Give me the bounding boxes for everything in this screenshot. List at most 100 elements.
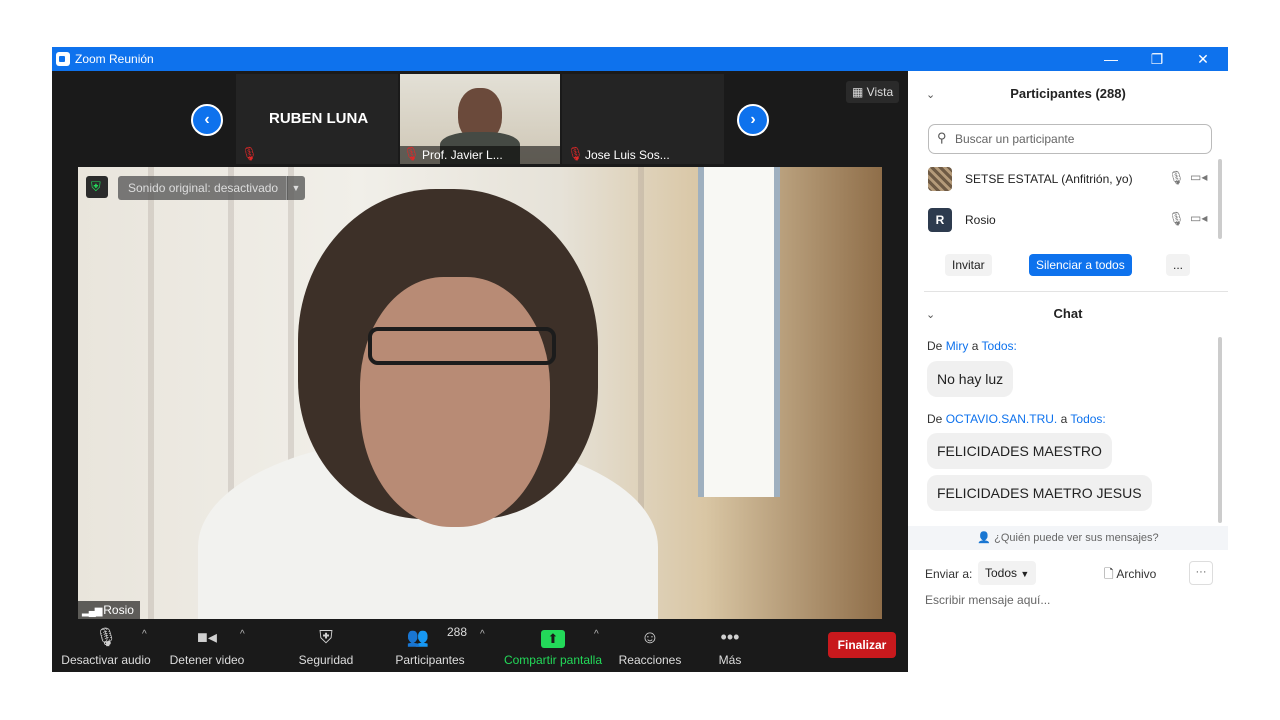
share-screen-button[interactable]: ⬆ Compartir pantalla xyxy=(498,619,608,672)
reactions-button[interactable]: ☺ Reacciones xyxy=(614,619,686,672)
share-options-caret[interactable]: ^ xyxy=(594,629,599,640)
more-options-button[interactable]: ... xyxy=(1166,254,1191,276)
stop-video-label: Detener video xyxy=(169,653,245,667)
participant-tile[interactable]: 🎙︎ Jose Luis Sos... xyxy=(562,74,724,164)
grid-icon: ▦ xyxy=(852,85,867,99)
participant-row[interactable]: R Rosio 🎙︎ ▭◂ xyxy=(928,206,1218,234)
shield-icon: ⛨ xyxy=(91,179,101,194)
participant-search-input[interactable]: ⚲ Buscar un participante xyxy=(928,124,1212,154)
end-meeting-button[interactable]: Finalizar xyxy=(828,632,896,658)
participants-count: 288 xyxy=(447,625,468,639)
chat-sender-line: De OCTAVIO.SAN.TRU. a Todos: xyxy=(927,412,1106,426)
curtain-fold xyxy=(148,167,154,619)
meeting-toolbar: 🎙︎ Desactivar audio ^ ■◂ Detener video ^… xyxy=(52,619,908,672)
mute-audio-button[interactable]: 🎙︎ Desactivar audio xyxy=(60,619,152,672)
original-sound-dropdown[interactable]: ▼ xyxy=(286,176,305,200)
participant-tile-video[interactable]: 🎙︎ Prof. Javier L... xyxy=(400,74,560,164)
mute-audio-label: Desactivar audio xyxy=(61,653,151,667)
microphone-icon[interactable]: 🎙︎ xyxy=(1168,211,1185,227)
active-speaker-video: ⛨ Sonido original: desactivado ▼ ▂▄▆ Ros… xyxy=(78,167,882,619)
divider xyxy=(924,291,1228,292)
file-icon: 🗋 xyxy=(1104,567,1114,581)
speaker-name: Rosio xyxy=(103,603,134,617)
chat-message: FELICIDADES MAESTRO xyxy=(927,433,1112,469)
chat-prefix: De xyxy=(927,339,943,353)
share-screen-icon: ⬆ xyxy=(498,627,608,648)
chat-sender-line: De Miry a Todos: xyxy=(927,339,1017,353)
chat-recipient[interactable]: Todos: xyxy=(982,339,1017,353)
speaker-glasses xyxy=(368,327,556,365)
participants-options-caret[interactable]: ^ xyxy=(480,629,485,640)
muted-mic-icon: 🎙︎ xyxy=(241,146,258,161)
chat-title: Chat xyxy=(1053,306,1083,321)
restore-button[interactable]: ❐ xyxy=(1134,47,1180,71)
minimize-button[interactable]: — xyxy=(1088,47,1134,71)
participant-tile[interactable]: RUBEN LUNA 🎙︎ xyxy=(236,74,398,164)
chat-message-input[interactable]: Escribir mensaje aquí... xyxy=(925,593,1215,607)
participant-tile-name: Prof. Javier L... xyxy=(422,148,503,162)
invite-button[interactable]: Invitar xyxy=(945,254,992,276)
video-camera-icon: ■◂ xyxy=(197,627,217,647)
participants-button[interactable]: 👥 288 Participantes xyxy=(390,619,470,672)
chevron-down-icon: ▼ xyxy=(1020,569,1030,579)
reactions-label: Reacciones xyxy=(618,653,682,667)
chat-mid: a xyxy=(1060,412,1068,426)
chat-more-options-button[interactable]: ··· xyxy=(1189,561,1213,585)
security-button[interactable]: ⛨ Seguridad xyxy=(290,619,362,672)
encryption-badge[interactable]: ⛨ xyxy=(86,176,108,198)
send-to-value: Todos xyxy=(985,566,1018,580)
stop-video-button[interactable]: ■◂ Detener video xyxy=(164,619,250,672)
chat-sender[interactable]: OCTAVIO.SAN.TRU. xyxy=(946,412,1058,426)
video-options-caret[interactable]: ^ xyxy=(240,629,245,640)
participant-row[interactable]: SETSE ESTATAL (Anfitrión, yo) 🎙︎ ▭◂ xyxy=(928,165,1218,193)
more-button[interactable]: ••• Más xyxy=(702,619,758,672)
microphone-icon: 🎙︎ xyxy=(94,627,118,647)
zoom-window: Zoom Reunión — ❐ ✕ ‹ RUBEN LUNA 🎙︎ 🎙︎ Pr… xyxy=(52,47,1228,672)
more-label: Más xyxy=(718,653,742,667)
smiley-plus-icon: ☺ xyxy=(640,627,660,647)
muted-mic-icon: 🎙︎ xyxy=(403,146,420,161)
muted-mic-icon: 🎙︎ xyxy=(567,146,584,161)
close-button[interactable]: ✕ xyxy=(1180,47,1226,71)
title-bar: Zoom Reunión — ❐ ✕ xyxy=(52,47,1228,71)
chat-scrollbar[interactable] xyxy=(1218,337,1222,523)
file-button[interactable]: 🗋 Archivo xyxy=(1104,565,1156,586)
view-label: Vista xyxy=(866,85,894,99)
participant-tile-name: RUBEN LUNA xyxy=(269,110,369,127)
participants-label: Participantes xyxy=(395,653,465,667)
shield-icon: ⛨ xyxy=(319,627,333,647)
zoom-logo-icon xyxy=(56,52,70,66)
more-dots-icon: ••• xyxy=(720,627,740,647)
video-camera-icon[interactable]: ▭◂ xyxy=(1190,211,1207,225)
meeting-area: ‹ RUBEN LUNA 🎙︎ 🎙︎ Prof. Javier L... 🎙︎ … xyxy=(52,71,908,672)
background-window xyxy=(698,167,780,497)
original-sound-toggle[interactable]: Sonido original: desactivado xyxy=(118,176,289,200)
file-label: Archivo xyxy=(1116,567,1157,581)
view-button[interactable]: ▦ Vista xyxy=(846,81,900,103)
avatar xyxy=(928,167,952,191)
who-can-see-messages-link[interactable]: 👤 ¿Quién puede ver sus mensajes? xyxy=(908,526,1228,550)
audio-options-caret[interactable]: ^ xyxy=(142,629,147,640)
video-camera-icon[interactable]: ▭◂ xyxy=(1190,170,1207,184)
chat-message: No hay luz xyxy=(927,361,1014,397)
person-lock-icon: 👤 xyxy=(977,532,992,544)
chat-prefix: De xyxy=(927,412,943,426)
send-to-dropdown[interactable]: Todos ▼ xyxy=(978,561,1037,585)
side-panel: ⌄ Participantes (288) ⚲ Buscar un partic… xyxy=(908,71,1228,672)
speaker-name-label: ▂▄▆ Rosio xyxy=(78,601,140,619)
chat-recipient[interactable]: Todos: xyxy=(1070,412,1105,426)
next-page-button[interactable]: › xyxy=(737,104,769,136)
share-screen-label: Compartir pantalla xyxy=(503,653,603,667)
chat-message: FELICIDADES MAETRO JESUS xyxy=(927,475,1152,511)
signal-icon: ▂▄▆ xyxy=(82,606,104,617)
chat-sender[interactable]: Miry xyxy=(946,339,969,353)
microphone-icon[interactable]: 🎙︎ xyxy=(1168,170,1185,186)
mute-all-button[interactable]: Silenciar a todos xyxy=(1029,254,1132,276)
security-label: Seguridad xyxy=(298,653,354,667)
people-icon: 👥 xyxy=(406,627,430,647)
chat-mid: a xyxy=(971,339,979,353)
search-icon: ⚲ xyxy=(937,130,947,145)
previous-page-button[interactable]: ‹ xyxy=(191,104,223,136)
participant-name: SETSE ESTATAL (Anfitrión, yo) xyxy=(965,172,1133,186)
participants-scrollbar[interactable] xyxy=(1218,159,1222,239)
